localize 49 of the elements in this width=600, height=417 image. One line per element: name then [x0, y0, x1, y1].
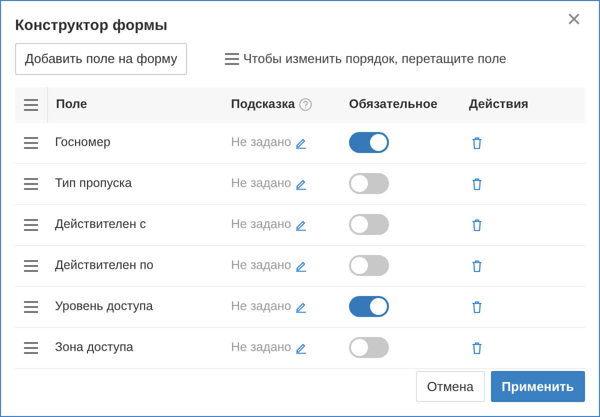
cancel-button[interactable]: Отмена: [416, 370, 485, 402]
toggle-switch[interactable]: [349, 255, 389, 276]
toggle-switch[interactable]: [349, 173, 389, 194]
field-name: Действителен с: [55, 216, 146, 234]
close-button[interactable]: ×: [560, 7, 587, 33]
add-field-button[interactable]: Добавить поле на форму: [15, 43, 188, 74]
field-name: Зона доступа: [55, 339, 134, 356]
edit-icon[interactable]: [295, 260, 308, 272]
drag-handle-icon: [225, 52, 240, 65]
trash-icon[interactable]: [472, 300, 482, 312]
drag-handle-icon: [24, 98, 38, 110]
hint-value: Не задано: [231, 134, 292, 152]
edit-icon[interactable]: [295, 300, 308, 312]
field-name: Уровень доступа: [55, 298, 153, 316]
column-header: Подсказка: [231, 96, 295, 114]
trash-icon[interactable]: [472, 342, 482, 354]
hint-value: Не задано: [231, 257, 292, 274]
help-icon: [298, 98, 312, 111]
hint-value: Не задано: [231, 339, 292, 356]
toggle-switch[interactable]: [349, 214, 389, 235]
column-header: Обязательное: [349, 96, 438, 114]
drag-handle-icon[interactable]: [24, 136, 38, 148]
drag-handle-icon[interactable]: [24, 260, 38, 272]
field-name: Действителен по: [55, 257, 154, 274]
trash-icon[interactable]: [472, 178, 482, 190]
hint-value: Не задано: [231, 175, 292, 192]
field-name: Госномер: [55, 134, 110, 152]
hint-value: Не задано: [231, 298, 292, 316]
drag-handle-icon[interactable]: [24, 300, 38, 312]
column-header: Поле: [56, 96, 88, 114]
reorder-hint: Чтобы изменить порядок, перетащите поле: [243, 50, 506, 68]
drag-handle-icon[interactable]: [24, 342, 38, 354]
trash-icon[interactable]: [472, 136, 482, 148]
drag-handle-icon[interactable]: [24, 218, 38, 230]
trash-icon[interactable]: [472, 260, 482, 272]
toggle-switch[interactable]: [349, 132, 389, 153]
hint-value: Не задано: [231, 216, 292, 234]
field-name: Тип пропуска: [55, 175, 132, 192]
edit-icon[interactable]: [295, 342, 308, 354]
dialog-title: Конструктор формы: [15, 16, 168, 36]
apply-button[interactable]: Применить: [490, 370, 585, 402]
toggle-switch[interactable]: [349, 337, 389, 358]
trash-icon[interactable]: [472, 218, 482, 230]
edit-icon[interactable]: [295, 178, 308, 190]
toggle-switch[interactable]: [349, 296, 389, 317]
edit-icon[interactable]: [295, 218, 308, 230]
edit-icon[interactable]: [295, 136, 308, 148]
drag-handle-icon[interactable]: [24, 178, 38, 190]
column-header: Действия: [469, 96, 528, 114]
